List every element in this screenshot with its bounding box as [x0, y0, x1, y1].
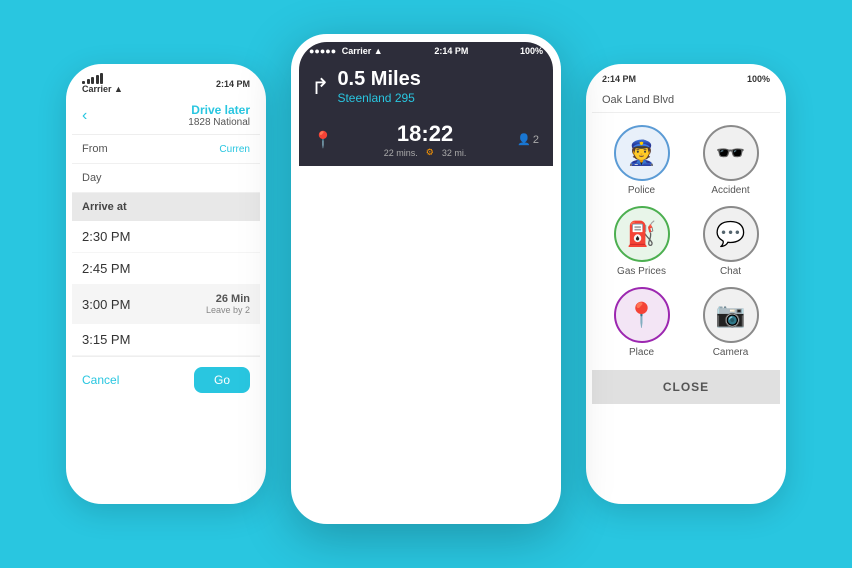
camera-label: Camera [713, 347, 749, 358]
drive-later-label: Drive later [95, 103, 250, 117]
report-item-camera[interactable]: 📷 Camera [691, 287, 770, 358]
go-button[interactable]: Go [194, 367, 250, 393]
phone-center: ●●●●● Carrier ▲ 2:14 PM 100% ↱ 0.5 Miles… [291, 34, 561, 524]
time-245: 2:45 PM [82, 261, 130, 276]
close-bar[interactable]: CLOSE [592, 370, 780, 404]
mins-label: 26 Min [206, 293, 250, 305]
time-row-2[interactable]: 2:45 PM [72, 253, 260, 285]
accident-label: Accident [711, 185, 749, 196]
users-count: 2 [533, 134, 539, 146]
nav-distance: 0.5 Miles [337, 68, 420, 91]
center-wifi-icon: ▲ [374, 46, 383, 56]
users-badge: 👤 2 [517, 133, 539, 146]
eta-display: 18:22 22 mins. ⚙ 32 mi. [333, 121, 517, 158]
arrive-at-row: Arrive at [72, 193, 260, 221]
phone-left: Carrier ▲ 2:14 PM ‹ Drive later 1828 Nat… [66, 64, 266, 504]
chat-icon: 💬 [703, 206, 759, 262]
camera-icon: 📷 [703, 287, 759, 343]
nav-waypoint-icon[interactable]: 📍 [313, 130, 333, 150]
center-carrier-signal: ●●●●● Carrier ▲ [309, 46, 383, 56]
bottom-buttons: Cancel Go [72, 356, 260, 403]
arrive-at-label: Arrive at [82, 201, 127, 213]
report-item-police[interactable]: 👮 Police [602, 125, 681, 196]
place-label: Place [629, 347, 654, 358]
phone-right: 2:14 PM 100% Oak Land Blvd 👮 Police 🕶️ A… [586, 64, 786, 504]
phones-container: Carrier ▲ 2:14 PM ‹ Drive later 1828 Nat… [46, 24, 806, 544]
left-header: ‹ Drive later 1828 National [72, 97, 260, 135]
time-230: 2:30 PM [82, 229, 130, 244]
nav-direction-icon: ↱ [311, 74, 329, 100]
center-time: 2:14 PM [434, 46, 468, 56]
center-status-bar: ●●●●● Carrier ▲ 2:14 PM 100% [299, 42, 553, 60]
wifi-icon: ▲ [114, 84, 123, 94]
eta-dist: 32 mi. [442, 148, 467, 158]
report-item-chat[interactable]: 💬 Chat [691, 206, 770, 277]
day-label: Day [82, 172, 102, 184]
gas-prices-label: Gas Prices [617, 266, 666, 277]
nav-header: ↱ 0.5 Miles Steenland 295 [299, 60, 553, 113]
from-value[interactable]: Curren [219, 144, 250, 155]
day-row: Day [72, 164, 260, 193]
report-grid: 👮 Police 🕶️ Accident ⛽ Gas Prices [592, 113, 780, 370]
report-item-place[interactable]: 📍 Place [602, 287, 681, 358]
left-status-bar: Carrier ▲ 2:14 PM [72, 70, 260, 97]
police-icon: 👮 [614, 125, 670, 181]
drive-later-title: Drive later 1828 National [95, 103, 250, 128]
time-row-4[interactable]: 3:15 PM [72, 324, 260, 356]
drive-later-address: 1828 National [95, 117, 250, 128]
report-item-gas[interactable]: ⛽ Gas Prices [602, 206, 681, 277]
place-icon: 📍 [614, 287, 670, 343]
time-315: 3:15 PM [82, 332, 130, 347]
users-icon: 👤 [517, 133, 531, 146]
time-300-info: 26 Min Leave by 2 [206, 293, 250, 315]
back-arrow-icon[interactable]: ‹ [82, 107, 87, 125]
gas-prices-icon: ⛽ [614, 206, 670, 262]
accident-icon: 🕶️ [703, 125, 759, 181]
oak-land-header: Oak Land Blvd [592, 88, 780, 113]
police-label: Police [628, 185, 655, 196]
right-battery: 100% [747, 74, 770, 84]
time-row-1[interactable]: 2:30 PM [72, 221, 260, 253]
from-label: From [82, 143, 108, 155]
left-carrier: Carrier ▲ [82, 73, 123, 94]
eta-mins: 22 mins. [384, 148, 418, 158]
chat-label: Chat [720, 266, 741, 277]
cancel-button[interactable]: Cancel [82, 367, 119, 393]
right-status-bar: 2:14 PM 100% [592, 70, 780, 88]
close-label: CLOSE [663, 380, 709, 394]
nav-bottom: 📍 18:22 22 mins. ⚙ 32 mi. 👤 2 [299, 113, 553, 166]
leave-label: Leave by 2 [206, 305, 250, 315]
nav-street: Steenland 295 [337, 91, 420, 105]
eta-icon: ⚙ [426, 147, 434, 158]
right-time: 2:14 PM [602, 74, 636, 84]
nav-info: 0.5 Miles Steenland 295 [337, 68, 420, 105]
eta-time: 18:22 [333, 121, 517, 147]
center-battery: 100% [520, 46, 543, 56]
from-row: From Curren [72, 135, 260, 164]
left-time: 2:14 PM [216, 79, 250, 89]
eta-details: 22 mins. ⚙ 32 mi. [333, 147, 517, 158]
time-row-3[interactable]: 3:00 PM 26 Min Leave by 2 [72, 285, 260, 324]
report-item-accident[interactable]: 🕶️ Accident [691, 125, 770, 196]
time-300: 3:00 PM [82, 297, 130, 312]
oak-land-street: Oak Land Blvd [602, 94, 674, 106]
